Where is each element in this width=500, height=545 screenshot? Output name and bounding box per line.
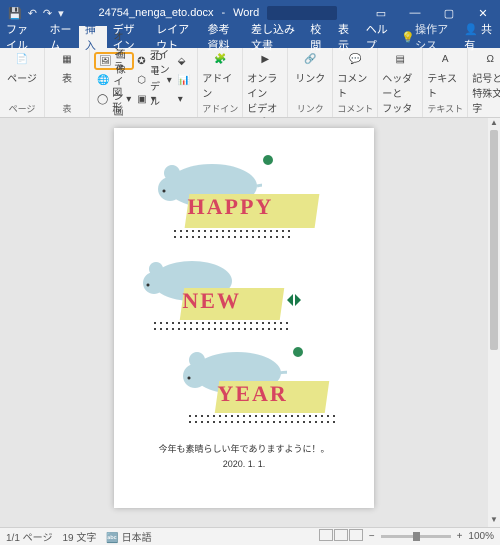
cheese-block-1: HAPPY [185, 194, 320, 228]
shapes-button[interactable]: ◯図形▾ [94, 90, 134, 108]
cheese-block-3: YEAR [215, 381, 329, 413]
model3d-button[interactable]: ⬡3D モデル ▾ [134, 71, 175, 89]
scroll-down-icon[interactable]: ▼ [488, 515, 500, 527]
tab-mailings[interactable]: 差し込み文書 [245, 26, 304, 48]
screenshot-button[interactable]: ▣▾ [134, 90, 175, 108]
misc-ill-button[interactable]: ▾ [175, 90, 193, 108]
zoom-level[interactable]: 100% [468, 531, 494, 542]
group-addins: 🧩 アドイン アドイン [198, 48, 243, 117]
document-area[interactable]: HAPPY NEW YEAR 今年も素晴らしい年でありますように！。 2020.… [0, 118, 488, 527]
shapes-icon: ◯ [97, 94, 108, 105]
chart-button[interactable]: 📊 [175, 71, 193, 89]
tab-home[interactable]: ホーム [44, 26, 79, 48]
page-icon: 📄 [13, 50, 31, 68]
flower-icon-1 [262, 154, 274, 166]
cheese-block-2: NEW [180, 288, 284, 320]
tab-view[interactable]: 表示 [332, 26, 360, 48]
table-button[interactable]: ▦ 表 [49, 50, 85, 85]
picture-icon: 🖼 [99, 56, 112, 67]
bow-icon [287, 294, 301, 306]
nenga-artwork: HAPPY NEW YEAR [132, 146, 356, 436]
user-badge[interactable] [267, 6, 337, 20]
view-mode-buttons[interactable] [318, 529, 363, 544]
status-word-count[interactable]: 19 文字 [62, 529, 96, 544]
group-links: 🔗 リンク リンク [288, 48, 333, 117]
smartart-button[interactable]: ⬙ [175, 52, 193, 70]
group-illustrations: 🖼画像 🌐オンライン画像 ◯図形▾ ✪アイコン ⬡3D モデル ▾ ▣▾ ⬙ 📊… [90, 48, 198, 117]
online-picture-icon: 🌐 [97, 75, 109, 86]
zoom-slider[interactable] [381, 535, 451, 538]
tab-review[interactable]: 校閲 [304, 26, 332, 48]
comment-icon: 💬 [346, 50, 364, 68]
zoom-out-button[interactable]: − [369, 531, 375, 542]
group-pages: 📄 ページ ページ [0, 48, 45, 117]
group-text: A テキスト テキスト [423, 48, 468, 117]
text-new: NEW [182, 288, 241, 314]
flower-icon-2 [292, 346, 304, 358]
text-happy: HAPPY [188, 194, 274, 220]
app-name: Word [233, 7, 259, 19]
date-text: 2020. 1. 1. [132, 459, 356, 469]
text-year: YEAR [217, 381, 287, 407]
vertical-scrollbar[interactable]: ▲ ▼ [488, 118, 500, 527]
status-page[interactable]: 1/1 ページ [6, 529, 52, 544]
link-icon: 🔗 [301, 50, 319, 68]
pages-button[interactable]: 📄 ページ [4, 50, 40, 85]
tab-layout[interactable]: レイアウト [150, 26, 201, 48]
scroll-up-icon[interactable]: ▲ [488, 118, 500, 130]
group-tables: ▦ 表 表 [45, 48, 90, 117]
tab-insert[interactable]: 挿入 [79, 26, 107, 48]
qat-customize-icon[interactable]: ▾ [58, 7, 64, 20]
save-icon[interactable]: 💾 [8, 7, 22, 20]
header-footer-icon: ▤ [391, 50, 409, 68]
group-media: ▶ オンライン ビデオ メディア [243, 48, 288, 117]
page: HAPPY NEW YEAR 今年も素晴らしい年でありますように！。 2020.… [114, 128, 374, 508]
icons-icon: ✪ [137, 56, 145, 67]
dots-1 [172, 228, 292, 242]
comment-button[interactable]: 💬 コメント [337, 50, 373, 100]
status-bar: 1/1 ページ 19 文字 🔤 日本語 − + 100% [0, 527, 500, 545]
addins-button[interactable]: 🧩 アドイン [202, 50, 238, 100]
redo-icon[interactable]: ↷ [43, 7, 52, 20]
links-button[interactable]: 🔗 リンク [292, 50, 328, 85]
group-header-footer: ▤ ヘッダーと フッター [378, 48, 423, 117]
smartart-icon: ⬙ [178, 56, 186, 67]
status-language[interactable]: 🔤 日本語 [106, 529, 151, 544]
dots-2 [152, 320, 292, 334]
addins-icon: 🧩 [211, 50, 229, 68]
table-icon: ▦ [58, 50, 76, 68]
symbol-icon: Ω [481, 50, 499, 68]
ribbon: 📄 ページ ページ ▦ 表 表 🖼画像 🌐オンライン画像 ◯図形▾ ✪アイコン … [0, 48, 500, 118]
screenshot-icon: ▣ [137, 94, 146, 105]
tab-tell-me[interactable]: 💡 操作アシス [395, 26, 456, 48]
dots-3 [187, 413, 337, 427]
chart-icon: 📊 [178, 75, 190, 86]
tab-file[interactable]: ファイル [0, 26, 44, 48]
ribbon-tabs: ファイル ホーム 挿入 デザイン レイアウト 参考資料 差し込み文書 校閲 表示… [0, 26, 500, 48]
video-icon: ▶ [256, 50, 274, 68]
greeting-text: 今年も素晴らしい年でありますように！。 [132, 442, 356, 455]
group-symbols: Ω 記号と 特殊文字 [468, 48, 500, 117]
quick-access-toolbar: 💾 ↶ ↷ ▾ [0, 7, 72, 20]
undo-icon[interactable]: ↶ [28, 7, 37, 20]
tab-references[interactable]: 参考資料 [202, 26, 246, 48]
online-video-button[interactable]: ▶ オンライン ビデオ [247, 50, 283, 115]
document-title: 24754_nenga_eto.docx [98, 7, 213, 19]
symbols-button[interactable]: Ω 記号と 特殊文字 [472, 50, 500, 115]
model3d-icon: ⬡ [137, 75, 146, 86]
text-button[interactable]: A テキスト [427, 50, 463, 100]
misc-icon: ▾ [178, 94, 183, 105]
zoom-in-button[interactable]: + [457, 531, 463, 542]
tab-help[interactable]: ヘルプ [360, 26, 396, 48]
scroll-thumb[interactable] [490, 130, 498, 350]
group-comments: 💬 コメント コメント [333, 48, 378, 117]
